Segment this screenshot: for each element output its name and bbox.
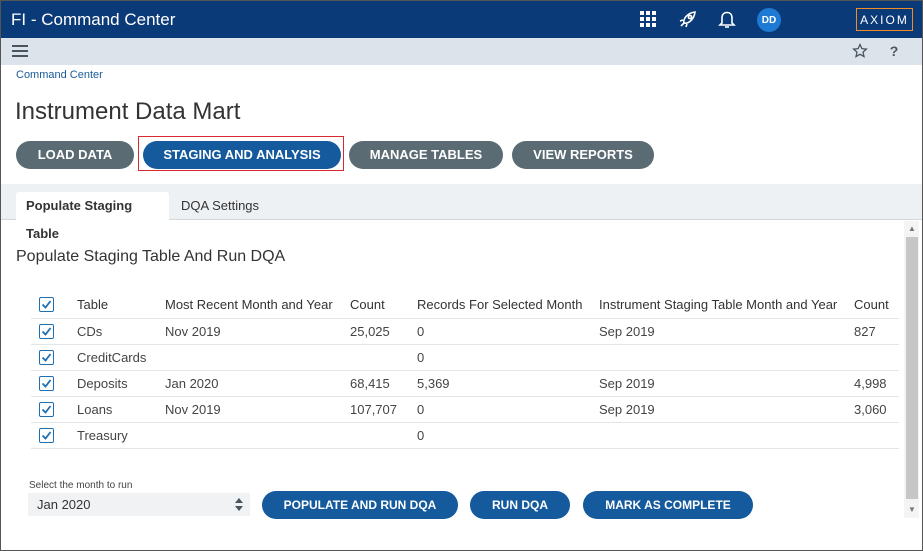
staging-count-cell: 827 (854, 317, 899, 344)
records-cell: 0 (417, 343, 599, 370)
app-title: FI - Command Center (11, 10, 176, 29)
top-bar: FI - Command Center DD AXIOM (1, 1, 922, 38)
load-data-button[interactable]: LOAD DATA (16, 141, 134, 169)
table-row[interactable]: CDs Nov 2019 25,025 0 Sep 2019 827 (31, 317, 899, 344)
column-header[interactable]: Records For Selected Month (417, 292, 599, 318)
table-name-cell: CreditCards (77, 343, 165, 370)
bell-icon[interactable] (717, 9, 737, 29)
month-select-label: Select the month to run (29, 480, 133, 491)
row-checkbox[interactable] (39, 375, 54, 391)
count-cell (350, 421, 417, 449)
column-header[interactable]: Table (77, 292, 165, 318)
run-dqa-button[interactable]: RUN DQA (470, 491, 570, 519)
row-checkbox[interactable] (39, 349, 54, 365)
apps-grid-icon[interactable] (638, 9, 658, 29)
sub-toolbar: ? (1, 38, 922, 65)
updown-arrows-icon (234, 495, 244, 514)
page-title: Instrument Data Mart (15, 98, 241, 125)
breadcrumb[interactable]: Command Center (16, 69, 103, 81)
staging-table: Table Most Recent Month and Year Count R… (31, 292, 899, 449)
table-header-row: Table Most Recent Month and Year Count R… (31, 292, 899, 318)
row-checkbox[interactable] (39, 427, 54, 443)
staging-month-cell: Sep 2019 (599, 317, 854, 344)
staging-count-cell: 3,060 (854, 395, 899, 422)
staging-count-cell (854, 421, 899, 449)
tab-populate-staging-table[interactable]: Populate Staging Table (16, 192, 169, 241)
records-cell: 0 (417, 317, 599, 344)
scrollbar-thumb[interactable] (906, 237, 918, 499)
recent-month-cell (165, 421, 350, 449)
records-cell: 5,369 (417, 369, 599, 396)
scroll-up-icon[interactable]: ▲ (906, 223, 918, 235)
tab-strip: Populate Staging Table DQA Settings (1, 184, 922, 241)
table-name-cell: CDs (77, 317, 165, 344)
month-select-value: Jan 2020 (37, 497, 91, 512)
table-row[interactable]: CreditCards 0 (31, 343, 899, 370)
staging-month-cell (599, 343, 854, 370)
scroll-down-icon[interactable]: ▼ (906, 504, 918, 516)
staging-count-cell (854, 343, 899, 370)
column-header[interactable]: Count (350, 292, 417, 318)
table-row[interactable]: Deposits Jan 2020 68,415 5,369 Sep 2019 … (31, 369, 899, 396)
staging-count-cell: 4,998 (854, 369, 899, 396)
count-cell: 68,415 (350, 369, 417, 396)
mark-as-complete-button[interactable]: MARK AS COMPLETE (583, 491, 753, 519)
records-cell: 0 (417, 421, 599, 449)
hamburger-menu-icon[interactable] (11, 42, 29, 60)
table-name-cell: Treasury (77, 421, 165, 449)
records-cell: 0 (417, 395, 599, 422)
table-row[interactable]: Loans Nov 2019 107,707 0 Sep 2019 3,060 (31, 395, 899, 422)
table-name-cell: Loans (77, 395, 165, 422)
table-row[interactable]: Treasury 0 (31, 421, 899, 449)
column-header[interactable]: Instrument Staging Table Month and Year (599, 292, 854, 318)
rocket-icon[interactable] (678, 9, 698, 29)
section-title: Populate Staging Table And Run DQA (16, 248, 286, 265)
select-all-checkbox[interactable] (39, 297, 54, 313)
recent-month-cell: Nov 2019 (165, 395, 350, 422)
help-icon[interactable]: ? (885, 42, 903, 60)
row-checkbox[interactable] (39, 401, 54, 417)
recent-month-cell (165, 343, 350, 370)
populate-and-run-dqa-button[interactable]: POPULATE AND RUN DQA (262, 491, 458, 519)
staging-and-analysis-button[interactable]: STAGING AND ANALYSIS (143, 141, 341, 169)
column-header[interactable]: Count (854, 292, 899, 318)
recent-month-cell: Jan 2020 (165, 369, 350, 396)
star-icon[interactable] (851, 42, 869, 60)
manage-tables-button[interactable]: MANAGE TABLES (349, 141, 503, 169)
month-select[interactable]: Jan 2020 (28, 493, 250, 516)
count-cell: 25,025 (350, 317, 417, 344)
staging-month-cell: Sep 2019 (599, 369, 854, 396)
axiom-logo: AXIOM (856, 8, 913, 31)
recent-month-cell: Nov 2019 (165, 317, 350, 344)
column-header[interactable]: Most Recent Month and Year (165, 292, 350, 318)
view-reports-button[interactable]: VIEW REPORTS (512, 141, 654, 169)
tab-dqa-settings[interactable]: DQA Settings (171, 192, 269, 220)
staging-month-cell: Sep 2019 (599, 395, 854, 422)
row-checkbox[interactable] (39, 323, 54, 339)
count-cell (350, 343, 417, 370)
table-name-cell: Deposits (77, 369, 165, 396)
staging-month-cell (599, 421, 854, 449)
user-avatar[interactable]: DD (757, 8, 781, 32)
count-cell: 107,707 (350, 395, 417, 422)
